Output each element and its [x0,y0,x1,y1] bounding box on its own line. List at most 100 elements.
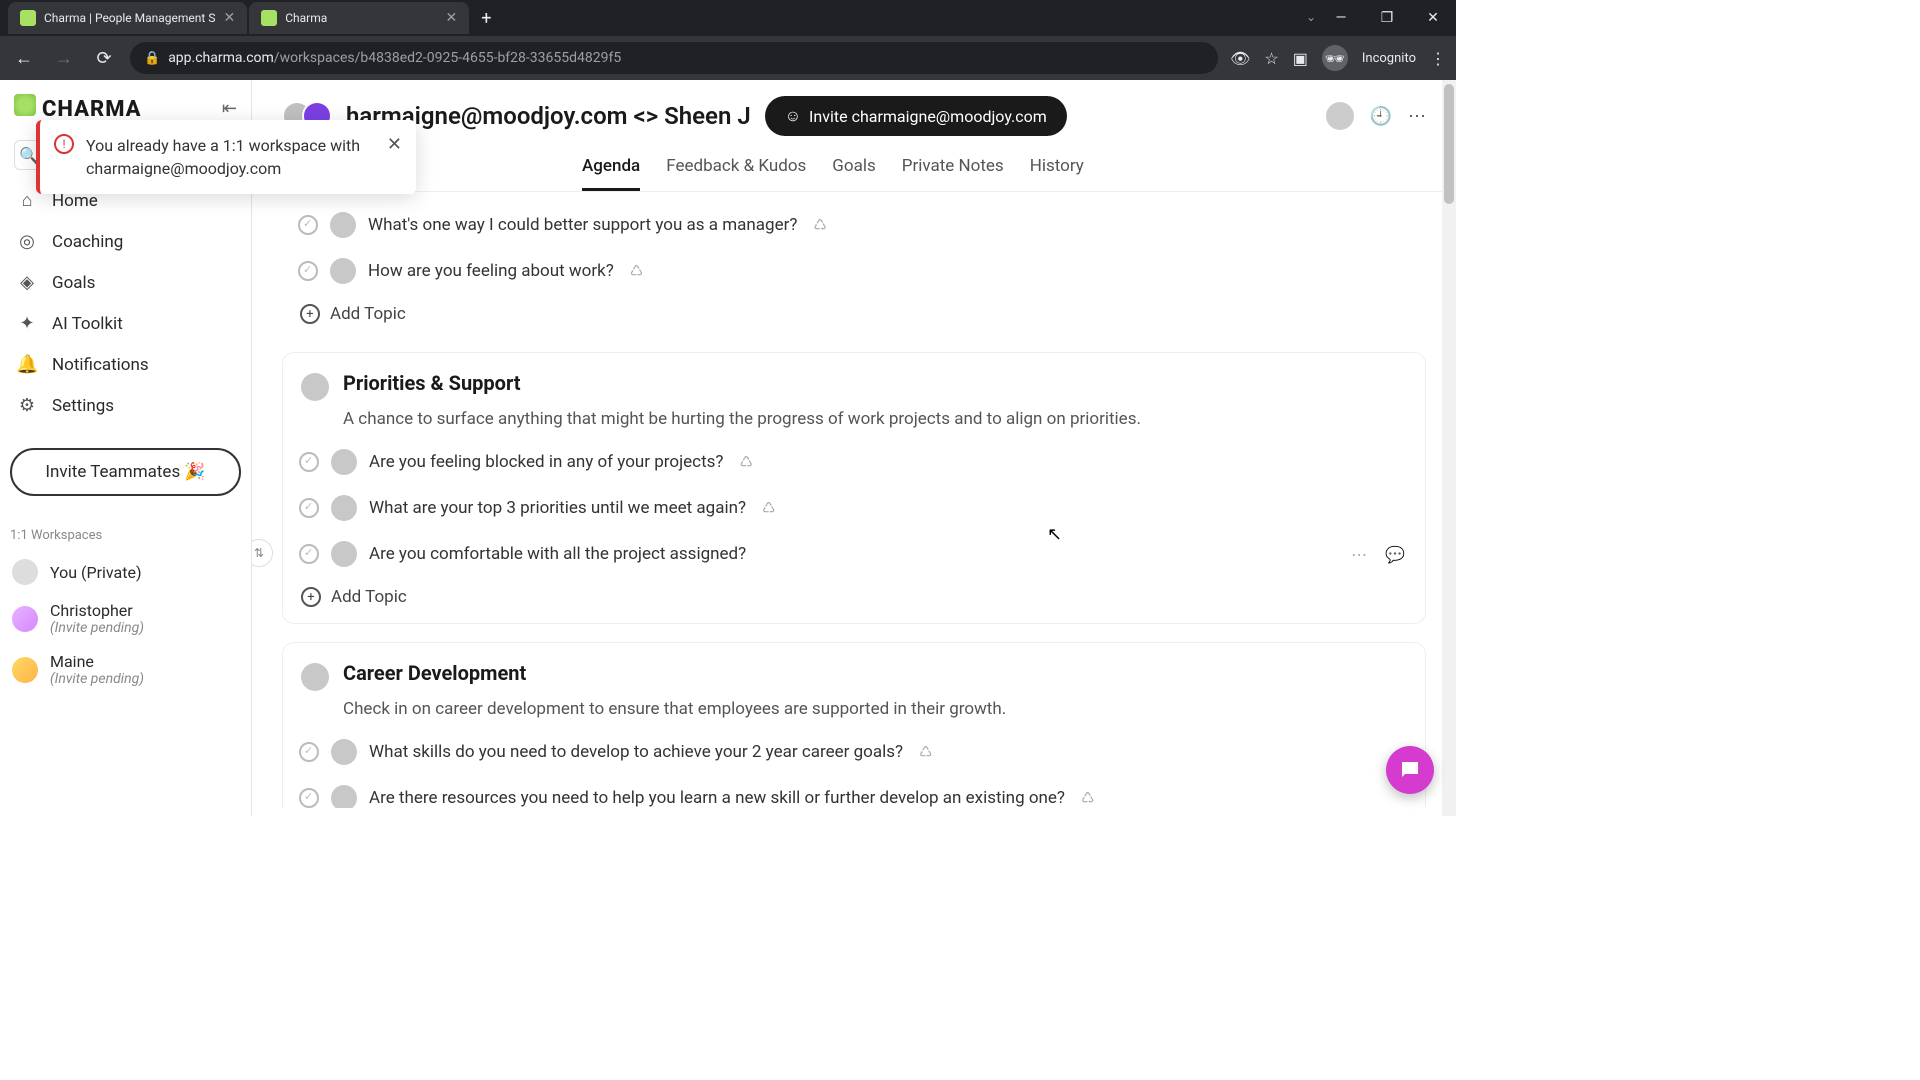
maximize-button[interactable]: ❐ [1364,0,1410,36]
browser-chrome: Charma | People Management S ✕ Charma ✕ … [0,0,1456,80]
tab-label: Goals [832,156,875,176]
topic-row[interactable]: What's one way I could better support yo… [282,202,1426,248]
agenda-content: What's one way I could better support yo… [252,192,1456,808]
avatar[interactable] [1326,102,1354,130]
tab-history[interactable]: History [1030,156,1084,191]
chat-icon [1398,758,1422,782]
new-tab-button[interactable]: + [471,8,501,29]
brand-logo[interactable]: CHARMA [14,94,142,122]
incognito-icon[interactable]: 🕶 [1322,45,1348,71]
checkbox-icon[interactable] [299,788,319,808]
tab-agenda[interactable]: Agenda [582,156,640,191]
tab-label: Feedback & Kudos [666,156,806,176]
url-path: /workspaces/b4838ed2-0925-4655-bf28-3365… [274,50,621,66]
recurring-icon[interactable]: ♺ [1081,789,1094,807]
checkbox-icon[interactable] [299,498,319,518]
extensions-icon[interactable]: ▣ [1293,49,1308,68]
topic-text: How are you feeling about work? [368,261,614,281]
minimize-button[interactable]: — [1318,0,1364,36]
add-topic-button[interactable]: + Add Topic [282,294,1426,334]
workspace-name: You (Private) [50,563,142,582]
more-icon[interactable]: ⋯ [1351,545,1367,564]
bookmark-icon[interactable]: ☆ [1264,49,1278,68]
favicon-icon [20,10,36,26]
tab-goals[interactable]: Goals [832,156,875,191]
scrollbar[interactable] [1442,80,1456,816]
tab-private-notes[interactable]: Private Notes [902,156,1004,191]
topic-text: Are you feeling blocked in any of your p… [369,452,723,472]
recurring-icon[interactable]: ♺ [919,743,932,761]
browser-tab[interactable]: Charma | People Management S ✕ [8,2,247,34]
workspace-header: harmaigne@moodjoy.com <> Sheen J ☺ Invit… [252,80,1456,136]
close-window-button[interactable]: ✕ [1410,0,1456,36]
ai-icon: ✦ [16,313,38,334]
sidebar-item-settings[interactable]: ⚙Settings [0,385,251,426]
workspace-item[interactable]: Maine (Invite pending) [0,644,251,695]
add-topic-button[interactable]: + Add Topic [283,577,1425,617]
back-button[interactable]: ← [10,48,38,69]
brand-text: CHARMA [42,97,142,122]
checkbox-icon[interactable] [299,742,319,762]
avatar [12,559,38,585]
tab-title: Charma | People Management S [44,11,215,25]
clock-icon[interactable]: 🕘 [1370,106,1392,127]
checkbox-icon[interactable] [299,544,319,564]
browser-tab[interactable]: Charma ✕ [249,2,469,34]
section-title: Priorities & Support [343,371,521,395]
sidebar-item-ai-toolkit[interactable]: ✦AI Toolkit [0,303,251,344]
tab-close-icon[interactable]: ✕ [223,10,235,26]
eye-off-icon[interactable]: 👁 [1230,49,1250,68]
drag-handle-icon[interactable]: ⇅ [252,539,273,567]
avatar [330,258,356,284]
recurring-icon[interactable]: ♺ [813,216,826,234]
scrollbar-thumb[interactable] [1444,84,1454,204]
plus-icon: + [300,304,320,324]
section-header: Priorities & Support [283,371,1425,407]
sidebar-item-notifications[interactable]: 🔔Notifications [0,344,251,385]
invite-user-button[interactable]: ☺ Invite charmaigne@moodjoy.com [765,96,1067,136]
recurring-icon[interactable]: ♺ [762,499,775,517]
topic-row[interactable]: ⇅ Are you comfortable with all the proje… [283,531,1425,577]
forward-button[interactable]: → [50,48,78,69]
recurring-icon[interactable]: ♺ [630,262,643,280]
reload-button[interactable]: ⟳ [90,48,118,69]
topic-row[interactable]: What skills do you need to develop to ac… [283,729,1425,775]
workspace-texts: You (Private) [50,563,142,582]
workspace-tabs: Agenda Feedback & Kudos Goals Private No… [252,136,1456,192]
topic-text: Are you comfortable with all the project… [369,544,746,564]
sidebar-item-goals[interactable]: ◈Goals [0,262,251,303]
invite-teammates-button[interactable]: Invite Teammates 🎉 [10,448,241,496]
workspace-item[interactable]: Christopher (Invite pending) [0,593,251,644]
sidebar-item-label: Notifications [52,355,149,375]
workspace-item[interactable]: You (Private) [0,551,251,593]
topic-text: What skills do you need to develop to ac… [369,742,903,762]
checkbox-icon[interactable] [298,261,318,281]
topic-row[interactable]: Are you feeling blocked in any of your p… [283,439,1425,485]
toolbar-right: 👁 ☆ ▣ 🕶 Incognito ⋮ [1230,45,1446,71]
topic-row[interactable]: How are you feeling about work? ♺ [282,248,1426,294]
comment-icon[interactable]: 💬 [1385,545,1405,564]
kebab-menu-icon[interactable]: ⋮ [1430,49,1446,68]
section-description: A chance to surface anything that might … [283,407,1425,439]
checkbox-icon[interactable] [299,452,319,472]
recurring-icon[interactable]: ♺ [739,453,752,471]
tab-overflow-icon[interactable]: ⌄ [1306,10,1316,24]
more-icon[interactable]: ⋯ [1408,106,1426,127]
collapse-sidebar-icon[interactable]: ⇤ [222,98,237,119]
topic-row[interactable]: What are your top 3 priorities until we … [283,485,1425,531]
close-icon[interactable]: ✕ [387,134,402,155]
avatar [331,785,357,808]
workspace-name: Maine [50,652,144,671]
topic-row[interactable]: Are there resources you need to help you… [283,775,1425,808]
url-input[interactable]: 🔒 app.charma.com/workspaces/b4838ed2-092… [130,42,1218,74]
section-title: Career Development [343,661,526,685]
sidebar-item-coaching[interactable]: ◎Coaching [0,221,251,262]
tab-feedback[interactable]: Feedback & Kudos [666,156,806,191]
tab-close-icon[interactable]: ✕ [445,10,457,26]
workspaces-header: 1:1 Workspaces [0,514,251,551]
tab-label: History [1030,156,1084,176]
tab-label: Private Notes [902,156,1004,176]
checkbox-icon[interactable] [298,215,318,235]
intercom-fab[interactable] [1386,746,1434,794]
favicon-icon [261,10,277,26]
